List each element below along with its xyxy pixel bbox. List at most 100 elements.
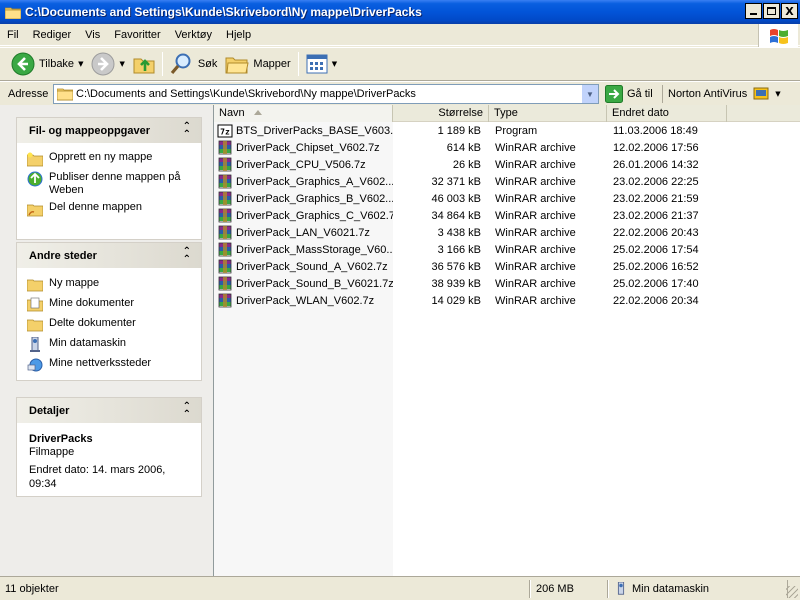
panel-header[interactable]: Andre steder ⌃ ⌃ <box>17 243 201 268</box>
column-header-size[interactable]: Størrelse <box>393 105 489 122</box>
chevron-down-icon[interactable]: ▼ <box>78 60 83 68</box>
column-header-modified[interactable]: Endret dato <box>607 105 727 122</box>
details-kind: Filmappe <box>29 446 75 458</box>
file-row[interactable]: DriverPack_WLAN_V602.7z 14 029 kB WinRAR a… <box>214 292 800 309</box>
file-row[interactable]: DriverPack_Sound_B_V6021.7z 38 939 kB WinR… <box>214 275 800 292</box>
go-arrow-icon <box>605 85 623 103</box>
status-object-count: 11 objekter <box>0 579 530 598</box>
file-size: 32 371 kB <box>431 175 481 188</box>
task-publish-web[interactable]: Publiser denne mappen på Weben <box>27 171 193 197</box>
menu-view[interactable]: Vis <box>78 24 107 46</box>
file-row[interactable]: DriverPack_LAN_V6021.7z 3 438 kB WinRAR ar… <box>214 224 800 241</box>
file-name: DriverPack_Sound_B_V6021.7z <box>236 277 393 290</box>
file-type: WinRAR archive <box>495 141 576 154</box>
panel-title: Fil- og mappeoppgaver <box>29 124 151 137</box>
menu-help[interactable]: Hjelp <box>219 24 258 46</box>
file-folder-tasks-panel: Fil- og mappeoppgaver ⌃ ⌃ Opprett en ny m… <box>16 117 202 240</box>
panel-header[interactable]: Fil- og mappeoppgaver ⌃ ⌃ <box>17 118 201 143</box>
file-row[interactable]: DriverPack_Sound_A_V602.7z 36 576 kB WinRA… <box>214 258 800 275</box>
column-header-label: Endret dato <box>612 107 669 119</box>
file-type: WinRAR archive <box>495 209 576 222</box>
address-bar: Adresse C:\Documents and Settings\Kunde\… <box>0 81 800 105</box>
place-label: Delte dokumenter <box>49 317 136 329</box>
menu-favorites[interactable]: Favoritter <box>107 24 167 46</box>
file-type: WinRAR archive <box>495 226 576 239</box>
file-name: DriverPack_Graphics_B_V602... <box>236 192 393 205</box>
winrar-icon <box>218 242 232 256</box>
chevron-down-icon[interactable]: ▼ <box>775 90 780 98</box>
winrar-icon <box>218 157 232 171</box>
title-bar[interactable]: C:\Documents and Settings\Kunde\Skrivebo… <box>0 0 800 24</box>
file-list-view[interactable]: Navn Størrelse Type Endret dato 7z BTS_Dr… <box>213 105 800 576</box>
norton-antivirus-button[interactable]: Norton AntiVirus ▼ <box>662 85 781 103</box>
collapse-chevron-icon[interactable]: ⌃ ⌃ <box>183 121 191 139</box>
back-button[interactable]: Tilbake ▼ <box>7 50 87 78</box>
address-label: Adresse <box>8 87 49 100</box>
winrar-icon <box>218 140 232 154</box>
menu-edit[interactable]: Rediger <box>26 24 79 46</box>
task-share-folder[interactable]: Del denne mappen <box>27 201 193 217</box>
file-row[interactable]: 7z BTS_DriverPacks_BASE_V603... 1 189 kB Pr… <box>214 122 800 139</box>
task-new-folder[interactable]: Opprett en ny mappe <box>27 151 193 167</box>
svg-text:7z: 7z <box>220 127 230 136</box>
file-row[interactable]: DriverPack_Graphics_B_V602... 46 003 kB Wi… <box>214 190 800 207</box>
collapse-chevron-icon[interactable]: ⌃ ⌃ <box>183 246 191 264</box>
column-header-type[interactable]: Type <box>489 105 607 122</box>
place-ny-mappe[interactable]: Ny mappe <box>27 277 193 293</box>
details-modified: Endret dato: 14. mars 2006, <box>29 464 166 476</box>
file-row[interactable]: DriverPack_Graphics_A_V602... 32 371 kB Wi… <box>214 173 800 190</box>
file-size: 3 166 kB <box>437 243 481 256</box>
task-label: Publiser denne mappen på Weben <box>49 171 181 196</box>
place-shared-documents[interactable]: Delte dokumenter <box>27 317 193 333</box>
place-label: Mine dokumenter <box>49 297 134 309</box>
file-row[interactable]: DriverPack_Graphics_C_V602.7z 34 864 kB Wi… <box>214 207 800 224</box>
close-button[interactable]: X <box>781 3 798 19</box>
address-dropdown-button[interactable]: ▼ <box>581 85 598 103</box>
file-name-cell: DriverPack_MassStorage_V60... <box>214 242 393 258</box>
place-label: Mine nettverkssteder <box>49 357 152 369</box>
file-type: WinRAR archive <box>495 243 576 256</box>
file-row[interactable]: DriverPack_CPU_V506.7z 26 kB WinRAR archiv… <box>214 156 800 173</box>
task-label: Del denne mappen <box>49 201 142 213</box>
forward-arrow-icon <box>91 52 115 76</box>
file-date: 11.03.2006 18:49 <box>613 124 698 137</box>
file-size: 1 189 kB <box>437 124 481 137</box>
up-folder-button[interactable] <box>129 50 159 78</box>
folders-button[interactable]: Mapper <box>221 50 294 78</box>
network-places-icon <box>27 358 43 372</box>
folder-icon <box>5 7 21 19</box>
column-header-name[interactable]: Navn <box>214 105 393 122</box>
file-date: 12.02.2006 17:56 <box>613 141 699 154</box>
chevron-down-icon[interactable]: ▼ <box>119 60 124 68</box>
file-row[interactable]: DriverPack_Chipset_V602.7z 614 kB WinRAR a… <box>214 139 800 156</box>
address-input[interactable]: C:\Documents and Settings\Kunde\Skrivebo… <box>53 84 599 104</box>
views-button[interactable]: ▼ <box>302 50 341 78</box>
place-my-computer[interactable]: Min datamaskin <box>27 337 193 353</box>
other-places-panel: Andre steder ⌃ ⌃ Ny mappe Mine dokumenter… <box>16 242 202 381</box>
chevron-down-icon[interactable]: ▼ <box>332 60 337 68</box>
menu-file[interactable]: Fil <box>0 24 26 46</box>
my-computer-icon <box>617 581 625 595</box>
file-type: WinRAR archive <box>495 175 576 188</box>
file-date: 26.01.2006 14:32 <box>613 158 699 171</box>
file-row[interactable]: DriverPack_MassStorage_V60... 3 166 kB Win… <box>214 241 800 258</box>
place-my-documents[interactable]: Mine dokumenter <box>27 297 193 313</box>
maximize-button[interactable] <box>763 3 780 19</box>
forward-button[interactable]: ▼ <box>87 50 128 78</box>
panel-header[interactable]: Detaljer ⌃ ⌃ <box>17 398 201 423</box>
file-rows: 7z BTS_DriverPacks_BASE_V603... 1 189 kB Pr… <box>214 122 800 309</box>
close-icon: X <box>785 4 794 18</box>
menu-tools[interactable]: Verktøy <box>168 24 219 46</box>
go-button[interactable]: Gå til <box>605 85 653 103</box>
search-button[interactable]: Søk <box>166 50 222 78</box>
resize-grip[interactable] <box>786 586 798 598</box>
file-name: DriverPack_MassStorage_V60... <box>236 243 393 256</box>
place-network-places[interactable]: Mine nettverkssteder <box>27 357 193 373</box>
collapse-chevron-icon[interactable]: ⌃ ⌃ <box>183 401 191 419</box>
file-date: 25.02.2006 16:52 <box>613 260 699 273</box>
file-date: 23.02.2006 22:25 <box>613 175 699 188</box>
details-name: DriverPacks <box>29 433 93 445</box>
file-size: 614 kB <box>446 141 481 154</box>
minimize-button[interactable] <box>745 3 762 19</box>
file-name-cell: DriverPack_Graphics_B_V602... <box>214 191 393 207</box>
